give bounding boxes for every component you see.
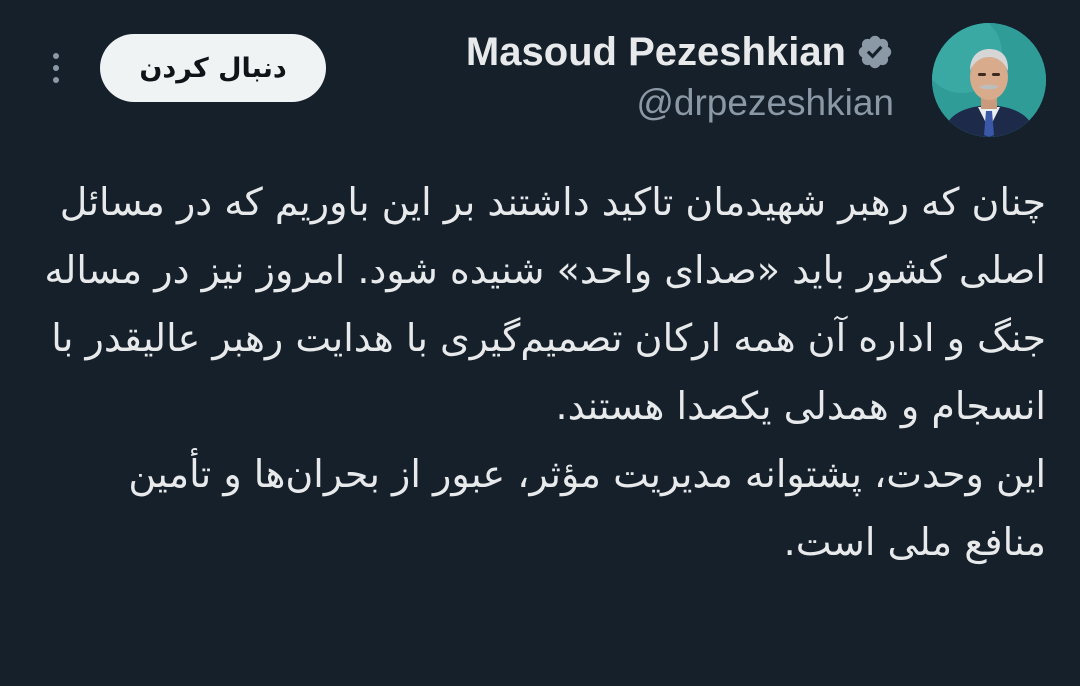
more-dot [53,65,59,71]
more-options-button[interactable] [40,44,72,92]
avatar[interactable] [932,23,1046,137]
avatar-portrait-icon [932,23,1046,137]
follow-button[interactable]: دنبال کردن [100,34,326,102]
user-handle[interactable]: @drpezeshkian [466,82,894,124]
display-name[interactable]: Masoud Pezeshkian [466,30,846,75]
user-info[interactable]: Masoud Pezeshkian @drpezeshkian [466,26,894,124]
display-name-row: Masoud Pezeshkian [466,26,894,78]
tweet-text: چنان که رهبر شهیدمان تاکید داشتند بر این… [44,180,1046,564]
verified-badge-icon [858,35,892,69]
more-dot [53,77,59,83]
more-dot [53,53,59,59]
